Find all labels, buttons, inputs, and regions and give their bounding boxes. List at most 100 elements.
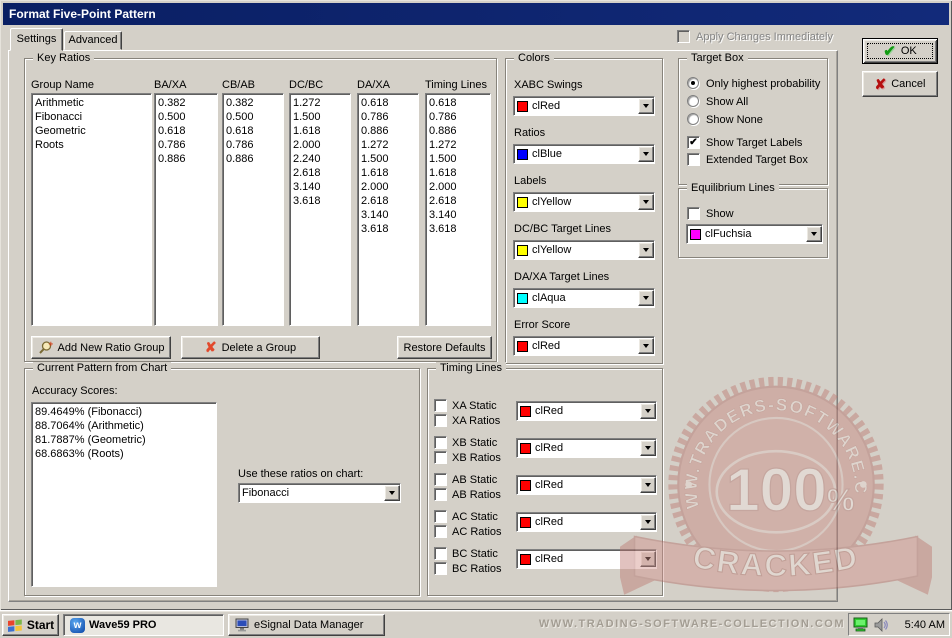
list-item[interactable]: 1.500 [293, 110, 349, 124]
dropdown-arrow-icon[interactable] [640, 514, 656, 530]
list-item[interactable]: 1.272 [293, 96, 349, 110]
static-checkbox[interactable] [434, 473, 447, 486]
list-item[interactable]: 3.140 [293, 180, 349, 194]
dropdown-arrow-icon[interactable] [638, 338, 654, 354]
list-item[interactable]: 0.500 [226, 110, 282, 124]
timing-color-combo[interactable]: clRed [516, 438, 657, 458]
dropdown-arrow-icon[interactable] [640, 551, 656, 567]
tab-settings[interactable]: Settings [10, 28, 63, 51]
radio-button[interactable] [687, 77, 699, 89]
list-item[interactable]: 0.886 [226, 152, 282, 166]
network-status-icon[interactable] [853, 617, 870, 633]
list-item[interactable]: Geometric [35, 124, 150, 138]
list-item[interactable]: 0.618 [429, 96, 489, 110]
color-combo[interactable]: clRed [513, 336, 655, 356]
color-combo[interactable]: clYellow [513, 240, 655, 260]
list-item[interactable]: 0.382 [226, 96, 282, 110]
static-checkbox[interactable] [434, 547, 447, 560]
dropdown-arrow-icon[interactable] [640, 403, 656, 419]
list-item[interactable]: 0.618 [158, 124, 216, 138]
list-item[interactable]: 3.618 [429, 222, 489, 236]
dropdown-arrow-icon[interactable] [640, 477, 656, 493]
list-item[interactable]: 3.618 [361, 222, 417, 236]
target-box-checkbox[interactable]: ✔ [687, 136, 700, 149]
ratio-listbox[interactable]: 0.3820.5000.6180.7860.886 [154, 93, 218, 326]
list-item[interactable]: 1.618 [293, 124, 349, 138]
list-item[interactable]: 1.272 [361, 138, 417, 152]
dropdown-arrow-icon[interactable] [638, 242, 654, 258]
list-item[interactable]: 1.618 [429, 166, 489, 180]
dropdown-arrow-icon[interactable] [640, 440, 656, 456]
list-item[interactable]: 1.500 [429, 152, 489, 166]
dropdown-arrow-icon[interactable] [638, 146, 654, 162]
dropdown-arrow-icon[interactable] [638, 290, 654, 306]
list-item[interactable]: 88.7064% (Arithmetic) [35, 419, 215, 433]
list-item[interactable]: 1.500 [361, 152, 417, 166]
add-ratio-group-button[interactable]: + Add New Ratio Group [31, 336, 171, 359]
list-item[interactable]: 0.618 [361, 96, 417, 110]
radio-button[interactable] [687, 95, 699, 107]
list-item[interactable]: 0.786 [361, 110, 417, 124]
ratio-listbox[interactable]: ArithmeticFibonacciGeometricRoots [31, 93, 152, 326]
list-item[interactable]: 2.618 [293, 166, 349, 180]
list-item[interactable]: 0.786 [226, 138, 282, 152]
color-combo[interactable]: clBlue [513, 144, 655, 164]
list-item[interactable]: 2.618 [429, 194, 489, 208]
dropdown-arrow-icon[interactable] [384, 485, 400, 501]
list-item[interactable]: 2.000 [361, 180, 417, 194]
ratio-listbox[interactable]: 1.2721.5001.6182.0002.2402.6183.1403.618 [289, 93, 351, 326]
list-item[interactable]: Roots [35, 138, 150, 152]
ratio-listbox[interactable]: 0.6180.7860.8861.2721.5001.6182.0002.618… [357, 93, 419, 326]
list-item[interactable]: 68.6863% (Roots) [35, 447, 215, 461]
color-combo[interactable]: clAqua [513, 288, 655, 308]
list-item[interactable]: 3.140 [429, 208, 489, 222]
list-item[interactable]: 89.4649% (Fibonacci) [35, 405, 215, 419]
list-item[interactable]: Arithmetic [35, 96, 150, 110]
radio-button[interactable] [687, 113, 699, 125]
delete-group-button[interactable]: ✘ Delete a Group [181, 336, 320, 359]
list-item[interactable]: 0.500 [158, 110, 216, 124]
restore-defaults-button[interactable]: Restore Defaults [397, 336, 492, 359]
list-item[interactable]: 0.886 [429, 124, 489, 138]
list-item[interactable]: 2.000 [293, 138, 349, 152]
list-item[interactable]: 3.140 [361, 208, 417, 222]
equilibrium-show-checkbox[interactable] [687, 207, 700, 220]
timing-color-combo[interactable]: clRed [516, 401, 657, 421]
target-box-checkbox[interactable] [687, 153, 700, 166]
color-combo[interactable]: clYellow [513, 192, 655, 212]
list-item[interactable]: 81.7887% (Geometric) [35, 433, 215, 447]
ratios-checkbox[interactable] [434, 488, 447, 501]
ratios-checkbox[interactable] [434, 451, 447, 464]
list-item[interactable]: 1.618 [361, 166, 417, 180]
ratio-listbox[interactable]: 0.6180.7860.8861.2721.5001.6182.0002.618… [425, 93, 491, 326]
equilibrium-color-combo[interactable]: clFuchsia [686, 224, 823, 244]
list-item[interactable]: 0.786 [429, 110, 489, 124]
title-bar[interactable]: Format Five-Point Pattern [3, 3, 949, 25]
color-combo[interactable]: clRed [513, 96, 655, 116]
apply-changes-checkbox[interactable] [677, 30, 690, 43]
ratios-checkbox[interactable] [434, 414, 447, 427]
list-item[interactable]: 3.618 [293, 194, 349, 208]
list-item[interactable]: 2.000 [429, 180, 489, 194]
static-checkbox[interactable] [434, 510, 447, 523]
list-item[interactable]: 0.786 [158, 138, 216, 152]
list-item[interactable]: 2.618 [361, 194, 417, 208]
timing-color-combo[interactable]: clRed [516, 549, 657, 569]
ratios-checkbox[interactable] [434, 525, 447, 538]
tab-advanced[interactable]: Advanced [64, 31, 122, 50]
dropdown-arrow-icon[interactable] [638, 98, 654, 114]
timing-color-combo[interactable]: clRed [516, 512, 657, 532]
list-item[interactable]: 2.240 [293, 152, 349, 166]
list-item[interactable]: Fibonacci [35, 110, 150, 124]
list-item[interactable]: 0.618 [226, 124, 282, 138]
dropdown-arrow-icon[interactable] [806, 226, 822, 242]
ok-button[interactable]: ✔ OK [862, 38, 938, 64]
use-ratios-combo[interactable]: Fibonacci [238, 483, 401, 503]
accuracy-scores-listbox[interactable]: 89.4649% (Fibonacci)88.7064% (Arithmetic… [31, 402, 217, 587]
timing-color-combo[interactable]: clRed [516, 475, 657, 495]
list-item[interactable]: 0.382 [158, 96, 216, 110]
cancel-button[interactable]: ✘ Cancel [862, 71, 938, 97]
volume-icon[interactable] [873, 617, 889, 633]
static-checkbox[interactable] [434, 436, 447, 449]
ratios-checkbox[interactable] [434, 562, 447, 575]
